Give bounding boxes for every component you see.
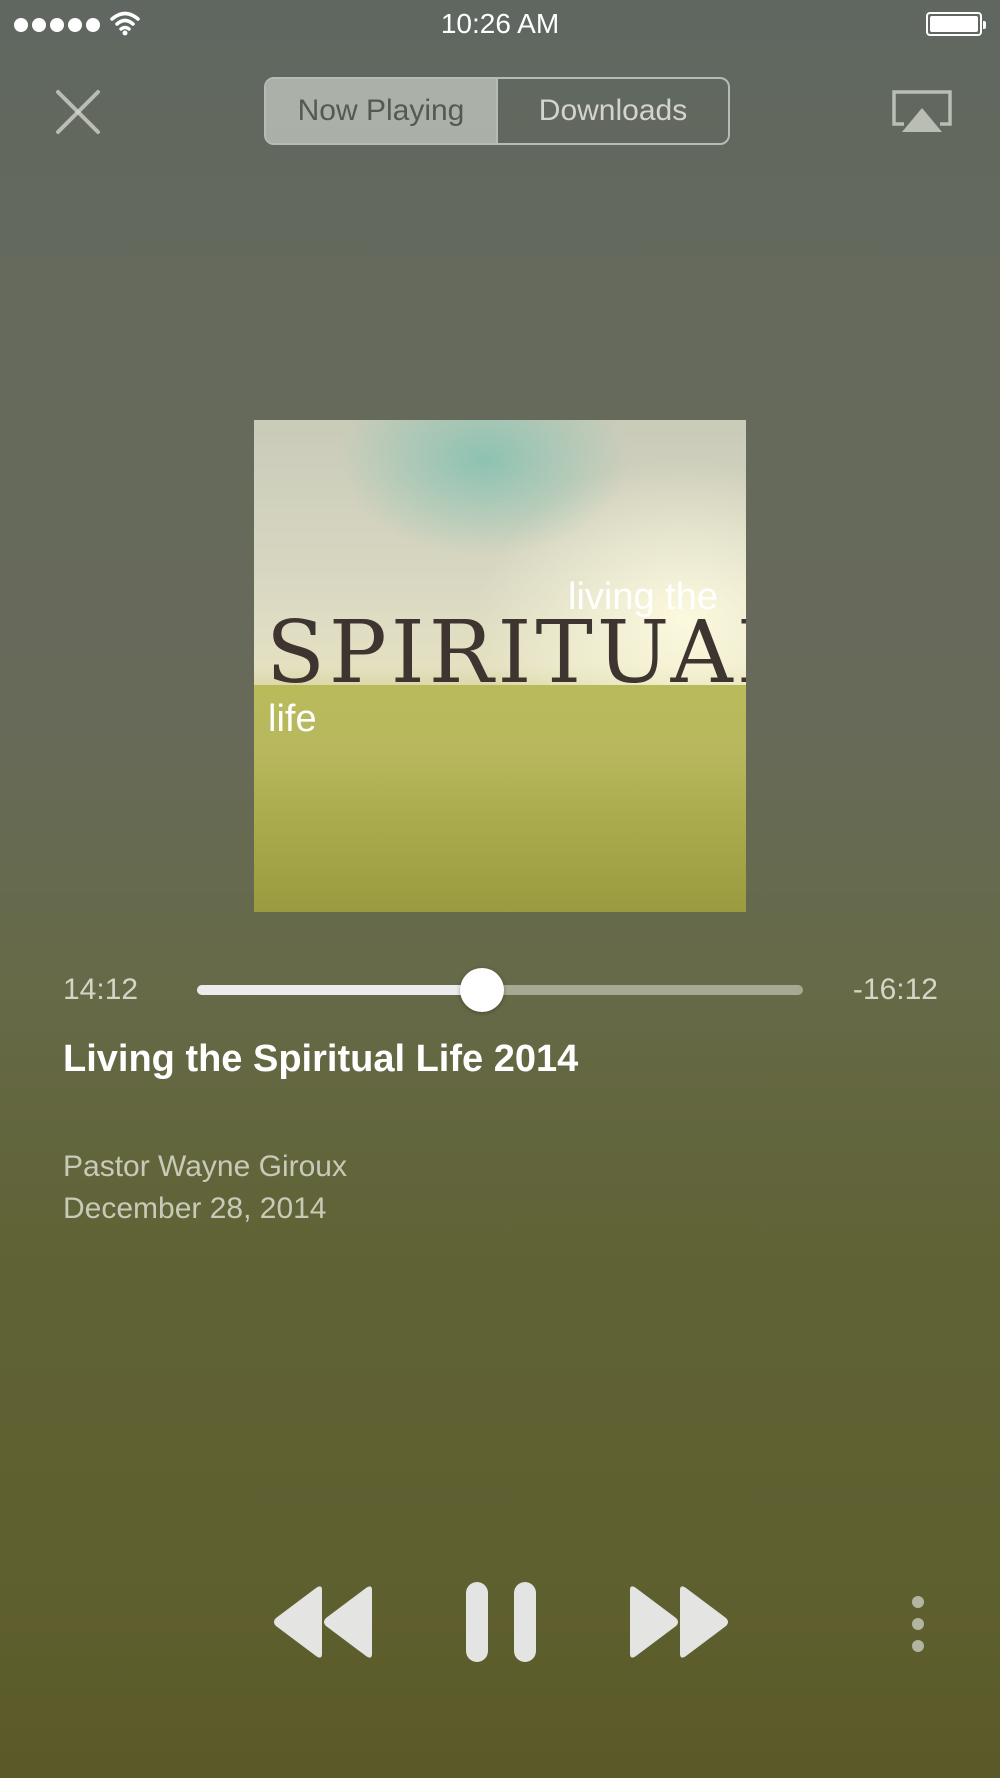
- airplay-icon[interactable]: [890, 88, 954, 138]
- rewind-icon[interactable]: [270, 1584, 376, 1660]
- track-speaker: Pastor Wayne Giroux: [63, 1150, 347, 1183]
- artwork-text-main: SPIRITUAL: [266, 603, 746, 703]
- status-time: 10:26 AM: [440, 8, 560, 39]
- close-icon[interactable]: [52, 86, 104, 138]
- track-date: December 28, 2014: [63, 1192, 327, 1225]
- remaining-time: -16:12: [852, 973, 938, 1006]
- album-artwork: living the SPIRITUAL life: [254, 420, 746, 912]
- elapsed-time: 14:12: [63, 973, 139, 1006]
- artwork-field: [254, 685, 746, 912]
- progress-slider[interactable]: [197, 968, 803, 1012]
- artwork-text-bottom: life: [268, 698, 317, 740]
- progress-fill: [197, 985, 482, 995]
- battery-icon: [926, 12, 986, 36]
- progress-thumb[interactable]: [459, 968, 504, 1012]
- tab-now-playing[interactable]: Now Playing: [266, 79, 496, 143]
- status-bar: 10:26 AM: [0, 0, 1000, 50]
- pause-icon[interactable]: [464, 1580, 538, 1664]
- segmented-control: Now Playing Downloads: [264, 77, 730, 145]
- more-vertical-icon[interactable]: [904, 1594, 932, 1654]
- tab-downloads[interactable]: Downloads: [496, 79, 728, 143]
- track-title: Living the Spiritual Life 2014: [63, 1038, 579, 1080]
- fast-forward-icon[interactable]: [626, 1584, 732, 1660]
